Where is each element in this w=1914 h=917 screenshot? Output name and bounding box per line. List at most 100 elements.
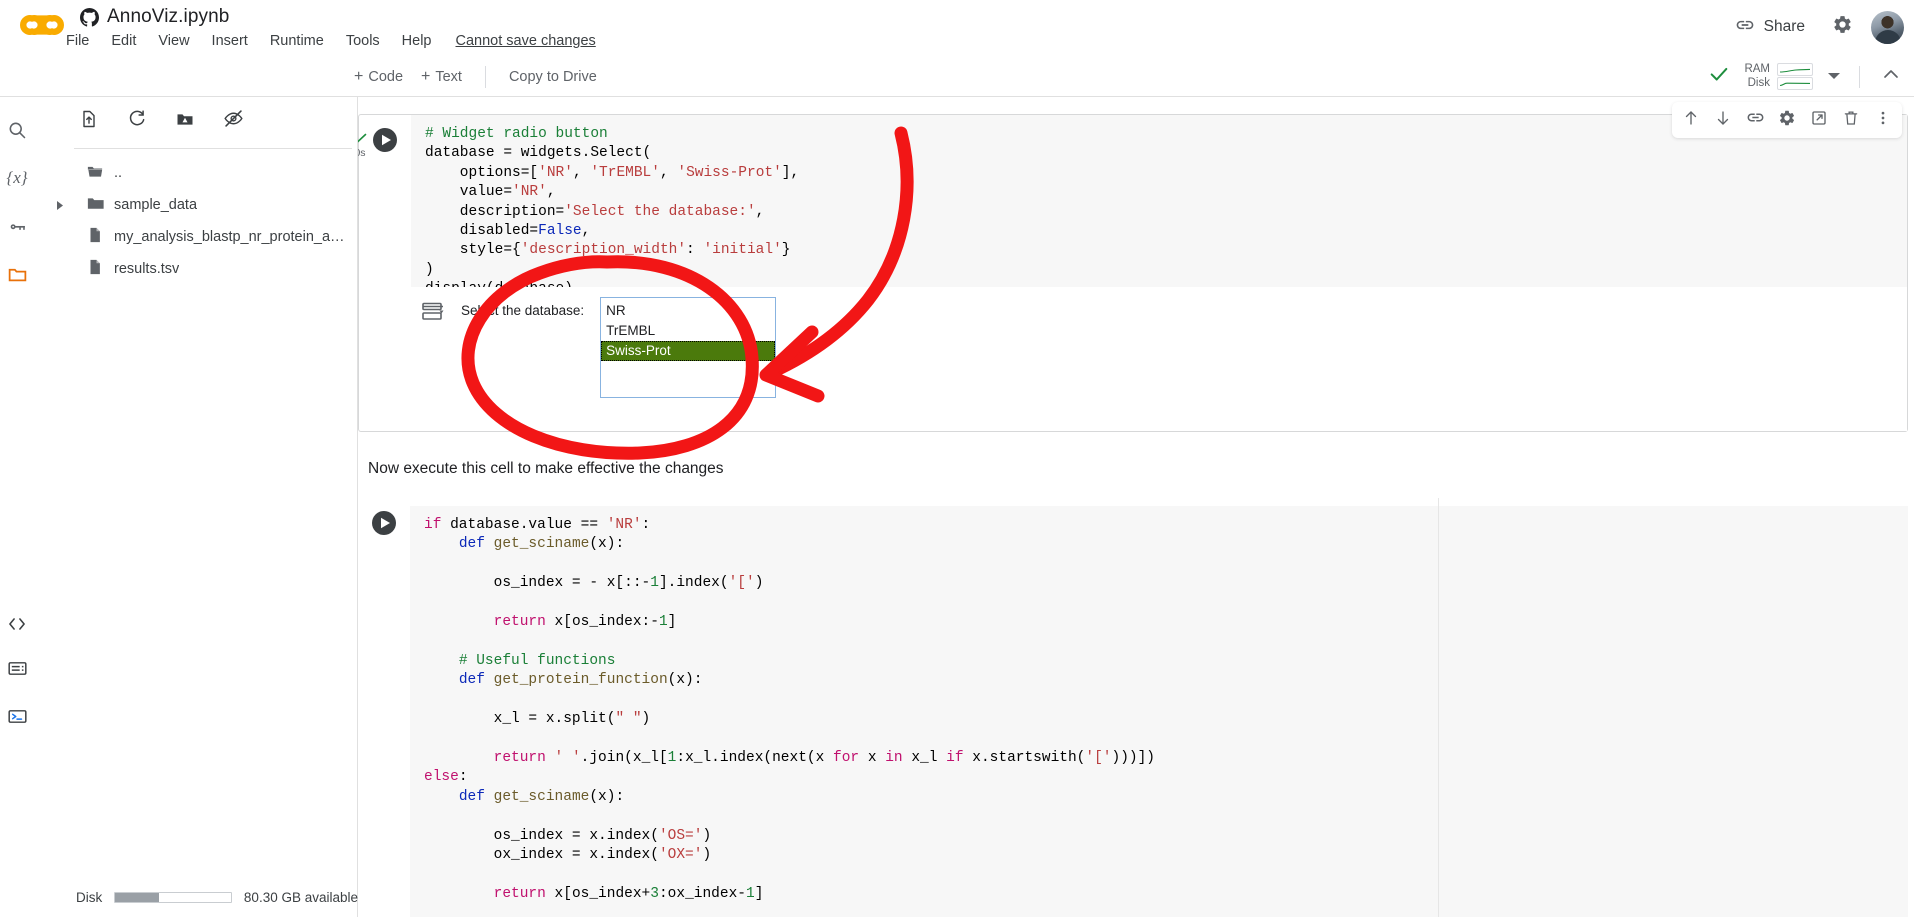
colab-app: AnnoViz.ipynb File Edit View Insert Runt… [0, 0, 1914, 917]
plus-icon: + [421, 67, 431, 85]
markdown-text[interactable]: Now execute this cell to make effective … [368, 458, 724, 480]
run-cell-button[interactable] [370, 509, 398, 537]
folder-icon [86, 194, 104, 217]
checkmark-icon[interactable] [1708, 63, 1730, 90]
toggle-hidden-files-button[interactable] [218, 106, 248, 136]
sidebar-item-search[interactable] [2, 115, 32, 145]
cell-2-width-guide [1438, 498, 1439, 917]
share-button[interactable]: Share [1721, 8, 1819, 47]
list-item[interactable]: my_analysis_blastp_nr_protein_a… [34, 221, 358, 253]
toolbar-right-group: RAM Disk [1704, 57, 1906, 96]
refresh-icon [127, 109, 147, 134]
code-cell-2[interactable]: if database.value == 'NR': def get_scina… [358, 498, 1908, 917]
settings-button[interactable] [1823, 8, 1861, 46]
cell-status-check-icon [358, 130, 371, 148]
list-item[interactable]: .. [34, 157, 358, 189]
menu-view[interactable]: View [147, 30, 200, 52]
sidebar-item-terminal[interactable] [2, 701, 32, 731]
disk-label: Disk [1747, 76, 1770, 89]
github-icon [80, 7, 99, 27]
select-option-swiss-prot[interactable]: Swiss-Prot [601, 341, 776, 361]
cell-settings-button[interactable] [1772, 105, 1802, 135]
ram-label: RAM [1744, 62, 1770, 75]
cell-more-options-button[interactable] [1868, 105, 1898, 135]
menu-help[interactable]: Help [391, 30, 443, 52]
disk-usage-fill [115, 892, 160, 902]
upload-icon [79, 109, 99, 134]
resource-usage-indicator[interactable]: RAM Disk [1742, 63, 1813, 90]
database-select-listbox[interactable]: NR TrEMBL Swiss-Prot [600, 297, 777, 398]
refresh-files-button[interactable] [122, 106, 152, 136]
list-item[interactable]: sample_data [34, 189, 358, 221]
file-icon [86, 226, 104, 249]
menu-edit[interactable]: Edit [100, 30, 147, 52]
mount-drive-icon [175, 109, 195, 134]
menu-runtime[interactable]: Runtime [259, 30, 335, 52]
gear-icon [1832, 14, 1853, 40]
files-panel-divider [74, 148, 352, 149]
code-cell-1[interactable]: 0s # Widget radio button database = widg… [358, 114, 1908, 432]
link-icon [1746, 108, 1765, 132]
disk-sparkline [1777, 77, 1813, 90]
list-item[interactable]: results.tsv [34, 253, 358, 285]
select-option-nr[interactable]: NR [601, 301, 775, 321]
upload-file-button[interactable] [74, 106, 104, 136]
avatar[interactable] [1871, 10, 1904, 44]
cell-gutter: 0s [358, 115, 411, 431]
toolbar-divider [1859, 65, 1860, 88]
file-tree: .. sample_data my_analysis_blastp_nr_pro… [34, 157, 358, 285]
file-name: results.tsv [114, 261, 180, 277]
notebook-title-bar[interactable]: AnnoViz.ipynb [80, 3, 229, 31]
add-text-cell-button[interactable]: + Text [412, 64, 471, 90]
resource-expand-button[interactable] [1819, 62, 1849, 92]
move-cell-up-icon [1682, 109, 1700, 132]
link-icon [1735, 15, 1755, 40]
open-cell-in-new-tab-button[interactable] [1804, 105, 1834, 135]
app-header: AnnoViz.ipynb File Edit View Insert Runt… [0, 0, 1914, 57]
cell-2-code-editor[interactable]: if database.value == 'NR': def get_scina… [410, 506, 1908, 917]
sidebar-item-files[interactable] [2, 259, 32, 289]
menu-bar: File Edit View Insert Runtime Tools Help… [62, 30, 596, 52]
file-name: .. [114, 165, 123, 181]
select-widget-description: Select the database: [461, 303, 585, 318]
copy-to-drive-button[interactable]: Copy to Drive [500, 64, 606, 90]
toolbar-divider [484, 65, 486, 88]
add-code-cell-button[interactable]: + Code [345, 64, 412, 90]
page-title: AnnoViz.ipynb [107, 6, 230, 27]
expand-arrow-icon[interactable] [54, 199, 66, 211]
sidebar-item-secrets[interactable] [2, 211, 32, 241]
disk-usage-strip: Disk 80.30 GB available [34, 877, 358, 917]
share-button-label: Share [1763, 18, 1805, 35]
disk-usage-bar [114, 891, 232, 903]
menu-file[interactable]: File [62, 30, 100, 52]
header-actions: Share [1721, 6, 1904, 48]
menu-tools[interactable]: Tools [335, 30, 391, 52]
move-cell-up-button[interactable] [1676, 105, 1706, 135]
add-code-cell-label: Code [368, 68, 404, 85]
file-name: sample_data [114, 197, 198, 213]
mount-drive-button[interactable] [170, 106, 200, 136]
ram-row: RAM [1742, 63, 1813, 76]
ram-sparkline [1777, 63, 1813, 76]
sidebar-item-code-snippets[interactable] [2, 609, 32, 639]
move-cell-down-button[interactable] [1708, 105, 1738, 135]
collapse-toolbar-button[interactable] [1876, 62, 1906, 92]
file-name: my_analysis_blastp_nr_protein_a… [114, 229, 345, 245]
sidebar-item-variables[interactable]: {x} [2, 163, 32, 193]
move-cell-down-icon [1714, 109, 1732, 132]
plus-icon: + [354, 67, 364, 85]
cell-1-code-editor[interactable]: # Widget radio button database = widgets… [411, 115, 1907, 297]
menu-insert[interactable]: Insert [201, 30, 259, 52]
left-rail: {x} [0, 57, 34, 917]
chevron-up-icon [1882, 67, 1900, 86]
trash-icon [1842, 109, 1860, 132]
sidebar-item-command-palette[interactable] [2, 653, 32, 683]
link-to-cell-button[interactable] [1740, 105, 1770, 135]
select-widget: Select the database: NR TrEMBL Swiss-Pro… [411, 287, 1907, 398]
run-cell-button[interactable]: 0s [358, 126, 399, 159]
save-status-link[interactable]: Cannot save changes [443, 30, 596, 52]
delete-cell-button[interactable] [1836, 105, 1866, 135]
select-option-trembl[interactable]: TrEMBL [601, 321, 775, 341]
notebook-toolbar: + Code + Text Copy to Drive RAM Disk [0, 57, 1914, 97]
disk-available-label: 80.30 GB available [243, 889, 358, 905]
